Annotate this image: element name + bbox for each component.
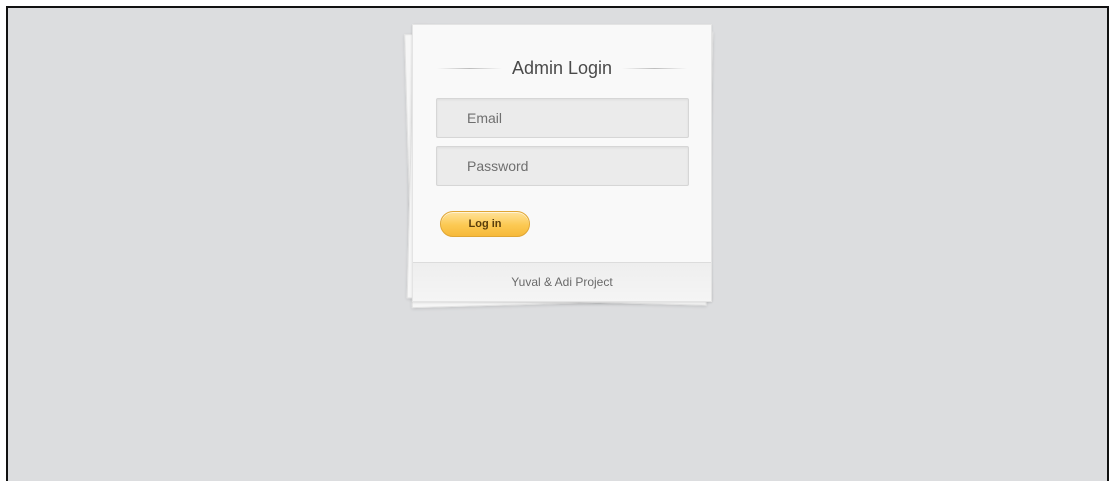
password-field[interactable] [436, 146, 689, 186]
footer-text: Yuval & Adi Project [511, 275, 613, 289]
card-header: Admin Login [437, 55, 688, 81]
login-card-stack: Admin Login Log in Yuval & Adi Project [404, 22, 716, 312]
login-card: Admin Login Log in Yuval & Adi Project [412, 24, 712, 302]
card-footer: Yuval & Adi Project [413, 262, 711, 301]
title-divider-right [622, 67, 688, 69]
title-divider-left [437, 67, 502, 69]
login-button[interactable]: Log in [440, 211, 530, 237]
page-background: Admin Login Log in Yuval & Adi Project [6, 6, 1109, 481]
email-field[interactable] [436, 98, 689, 138]
page-title: Admin Login [511, 57, 613, 78]
